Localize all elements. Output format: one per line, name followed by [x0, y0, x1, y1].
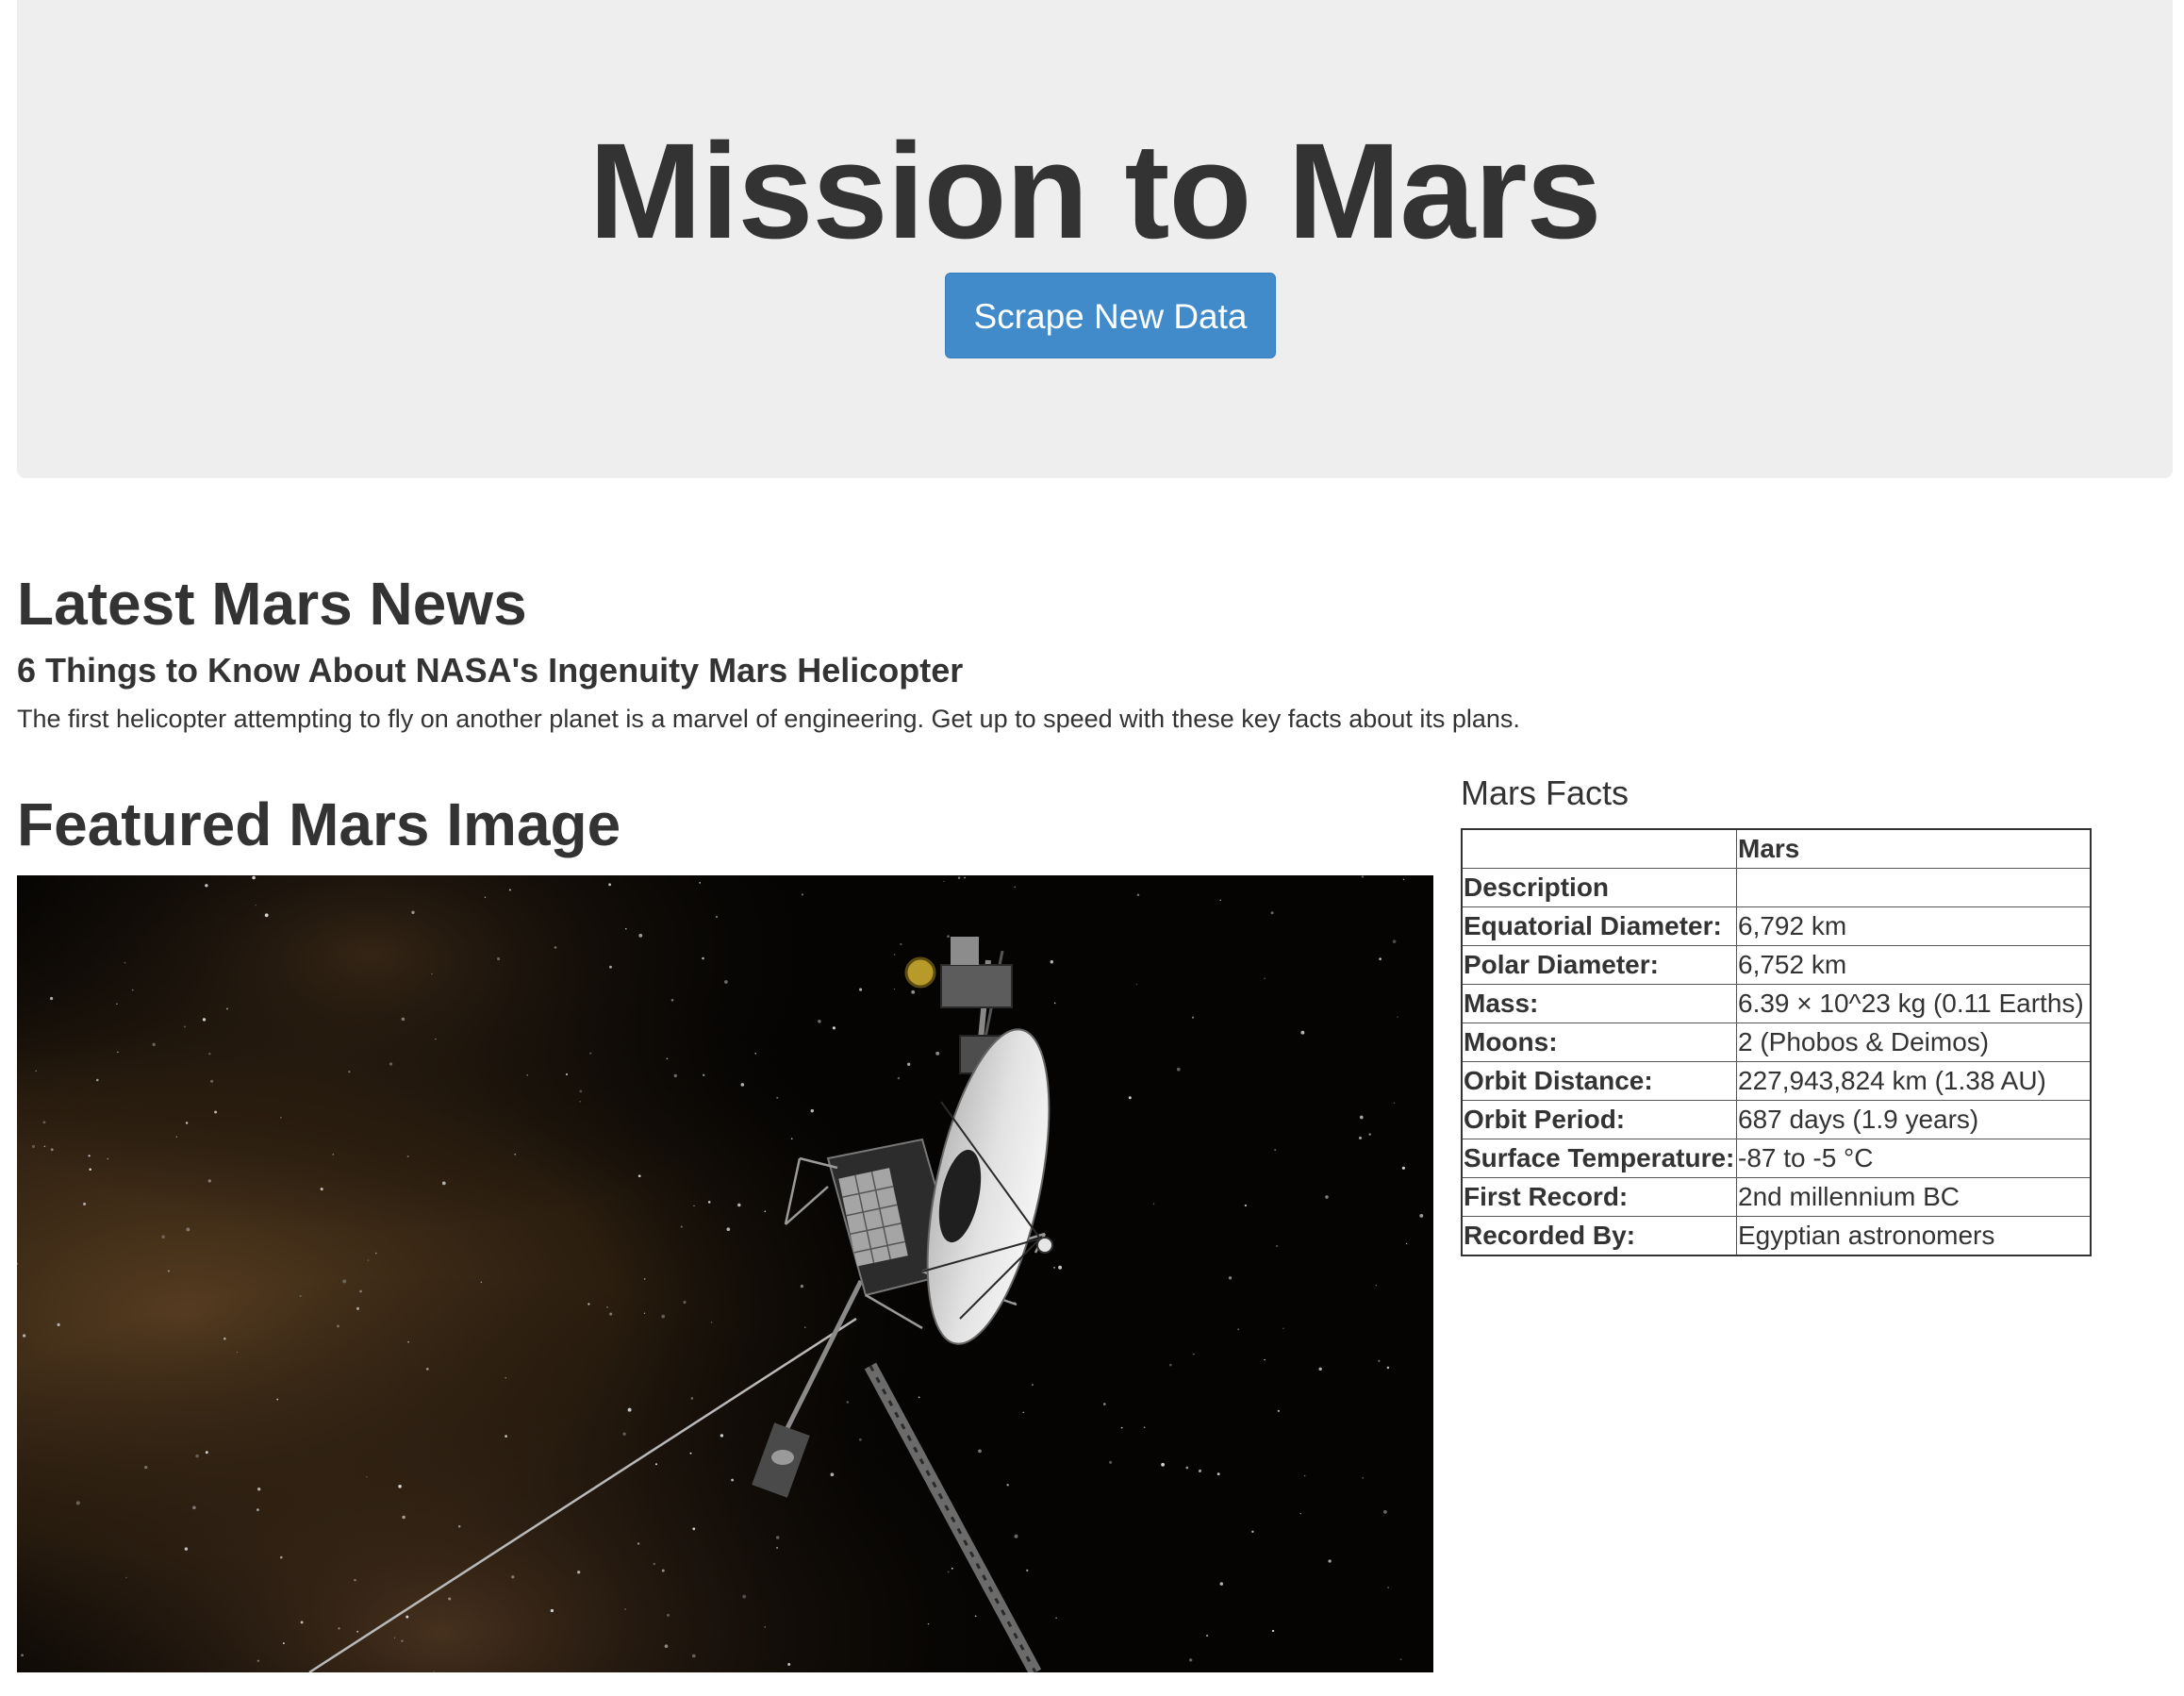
fact-value: 687 days (1.9 years) [1736, 1100, 2092, 1139]
fact-label: First Record: [1461, 1177, 1737, 1217]
table-header-empty [1461, 828, 1737, 869]
table-row: Mass: 6.39 × 10^23 kg (0.11 Earths) [1461, 984, 2092, 1023]
mars-facts-table: Mars Description Equatorial Diameter: 6,79… [1461, 828, 2092, 1256]
fact-label: Orbit Period: [1461, 1100, 1737, 1139]
table-header-mars: Mars [1736, 828, 2092, 869]
news-teaser: The first helicopter attempting to fly o… [17, 705, 1520, 733]
fact-value [1736, 868, 2092, 907]
featured-image[interactable] [17, 875, 1433, 1672]
fact-value: 2nd millennium BC [1736, 1177, 2092, 1217]
fact-label: Orbit Distance: [1461, 1061, 1737, 1101]
fact-value: 6,752 km [1736, 945, 2092, 985]
fact-label: Moons: [1461, 1023, 1737, 1062]
fact-value: 6.39 × 10^23 kg (0.11 Earths) [1736, 984, 2092, 1023]
fact-label: Description [1461, 868, 1737, 907]
table-row: Polar Diameter: 6,752 km [1461, 945, 2092, 985]
table-row: Orbit Distance: 227,943,824 km (1.38 AU) [1461, 1061, 2092, 1101]
fact-label: Recorded By: [1461, 1216, 1737, 1256]
mars-facts-heading: Mars Facts [1461, 773, 1630, 812]
table-row: First Record: 2nd millennium BC [1461, 1177, 2092, 1217]
fact-label: Mass: [1461, 984, 1737, 1023]
page-title: Mission to Mars [588, 115, 1601, 267]
fact-label: Surface Temperature: [1461, 1139, 1737, 1178]
scrape-new-data-button[interactable]: Scrape New Data [945, 273, 1276, 358]
table-row: Equatorial Diameter: 6,792 km [1461, 906, 2092, 946]
fact-value: 6,792 km [1736, 906, 2092, 946]
table-row: Surface Temperature: -87 to -5 °C [1461, 1139, 2092, 1178]
table-row: Recorded By: Egyptian astronomers [1461, 1216, 2092, 1256]
spacecraft-image [17, 875, 1433, 1672]
latest-news-heading: Latest Mars News [17, 570, 527, 638]
news-title: 6 Things to Know About NASA's Ingenuity … [17, 651, 964, 690]
header-jumbotron: Mission to Mars Scrape New Data [17, 0, 2173, 478]
table-row: Orbit Period: 687 days (1.9 years) [1461, 1100, 2092, 1139]
fact-value: Egyptian astronomers [1736, 1216, 2092, 1256]
fact-value: -87 to -5 °C [1736, 1139, 2092, 1178]
fact-value: 2 (Phobos & Deimos) [1736, 1023, 2092, 1062]
fact-value: 227,943,824 km (1.38 AU) [1736, 1061, 2092, 1101]
table-header-row: Mars [1461, 828, 2092, 869]
fact-label: Polar Diameter: [1461, 945, 1737, 985]
fact-label: Equatorial Diameter: [1461, 906, 1737, 946]
featured-image-heading: Featured Mars Image [17, 790, 621, 858]
table-row: Moons: 2 (Phobos & Deimos) [1461, 1023, 2092, 1062]
table-row: Description [1461, 868, 2092, 907]
